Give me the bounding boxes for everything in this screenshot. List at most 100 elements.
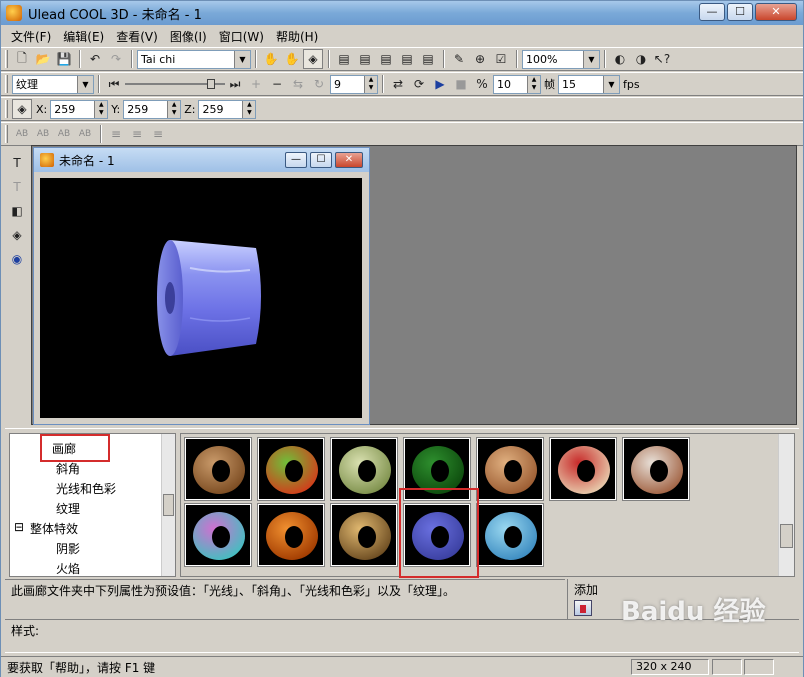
tree-item-bevel[interactable]: 斜角 [56, 460, 80, 477]
remove-key-icon[interactable]: − [267, 74, 287, 94]
attribute-select[interactable]: 纹理 ▼ [12, 74, 94, 94]
edit-text-icon[interactable]: T [7, 177, 27, 197]
gallery-scrollbar[interactable] [778, 434, 794, 576]
doc-minimize-button[interactable]: — [285, 152, 307, 168]
position-mode-icon[interactable]: ◈ [12, 99, 32, 119]
animation-toolbar: 纹理 ▼ ⏮ ⏭ + − ⇆ ↻ 9 ▲ ▼ ⇄ ⟳ ▶ ■ % 10 ▲ ▼ 帧 15 ▼… [1, 72, 803, 96]
gallery-thumb[interactable] [622, 437, 690, 501]
tree-item-shadow[interactable]: 阴影 [56, 540, 80, 557]
menu-view[interactable]: 查看(V) [110, 28, 164, 45]
menu-edit[interactable]: 编辑(E) [57, 28, 110, 45]
close-button[interactable]: ✕ [755, 3, 797, 21]
tree-item-global-fx[interactable]: 整体特效 [30, 520, 78, 537]
lathe-object-icon[interactable]: ◉ [7, 249, 27, 269]
select-geometry-icon[interactable]: ◈ [7, 225, 27, 245]
render-icon[interactable]: ◐ [610, 49, 630, 69]
gallery-thumb[interactable] [257, 503, 325, 567]
undo-icon[interactable]: ↶ [85, 49, 105, 69]
font-select[interactable]: Tai chi ▼ [137, 49, 251, 69]
save-icon[interactable]: 💾 [54, 49, 74, 69]
3d-canvas[interactable] [40, 178, 362, 418]
menu-image[interactable]: 图像(I) [164, 28, 213, 45]
new-file-icon[interactable]: 🗋 [12, 49, 32, 69]
gallery-thumb[interactable] [184, 503, 252, 567]
timeline-slider[interactable] [125, 79, 225, 89]
add-key-icon[interactable]: + [246, 74, 266, 94]
tree-item-texture[interactable]: 纹理 [56, 500, 80, 517]
loop-icon[interactable]: ↻ [309, 74, 329, 94]
frame-label: 帧 [544, 78, 555, 91]
align-center-icon[interactable]: ≡ [127, 124, 147, 144]
zoom-select[interactable]: 100% ▼ [522, 49, 600, 69]
status-help: 要获取「帮助」，请按 F1 键 [7, 660, 156, 675]
document-window[interactable]: 未命名 - 1 — ☐ ✕ [33, 147, 370, 425]
magic-icon[interactable]: ✎ [449, 49, 469, 69]
status-cell-2 [744, 659, 774, 675]
add-to-gallery-icon[interactable] [574, 600, 592, 616]
open-folder-icon[interactable]: 📂 [33, 49, 53, 69]
align-2-icon[interactable]: ▤ [355, 49, 375, 69]
context-help-icon[interactable]: ↖? [652, 49, 672, 69]
fps-label: fps [623, 77, 640, 91]
align-4-icon[interactable]: ▤ [397, 49, 417, 69]
gallery-thumb[interactable] [330, 437, 398, 501]
gallery-thumb[interactable] [330, 503, 398, 567]
first-frame-icon[interactable]: ⏮ [104, 74, 124, 94]
gallery-thumb[interactable] [549, 437, 617, 501]
swap-icon[interactable]: ⇄ [388, 74, 408, 94]
doc-close-button[interactable]: ✕ [335, 152, 363, 168]
align-left-icon[interactable]: ≡ [106, 124, 126, 144]
line-spacing-icon[interactable]: AB [54, 124, 74, 144]
gallery-thumb[interactable] [476, 437, 544, 501]
maximize-button[interactable]: ☐ [727, 3, 753, 21]
select-object-icon[interactable]: ◈ [303, 49, 323, 69]
preview-icon[interactable]: ◑ [631, 49, 651, 69]
char-spacing-icon[interactable]: AB [12, 124, 32, 144]
edit-icon[interactable]: ☑ [491, 49, 511, 69]
insert-text-icon[interactable]: T [7, 153, 27, 173]
gallery-thumb[interactable] [184, 437, 252, 501]
menu-file[interactable]: 文件(F) [5, 28, 57, 45]
doc-maximize-button[interactable]: ☐ [310, 152, 332, 168]
tree-item-fire[interactable]: 火焰 [56, 560, 80, 576]
redo-icon[interactable]: ↷ [106, 49, 126, 69]
repeat-icon[interactable]: ⟳ [409, 74, 429, 94]
tree-item-light-color[interactable]: 光线和色彩 [56, 480, 116, 497]
play-icon[interactable]: ▶ [430, 74, 450, 94]
total-frames[interactable]: 10 ▲ ▼ [493, 74, 541, 94]
rotate-hand-icon[interactable]: ✋ [282, 49, 302, 69]
minimize-button[interactable]: — [699, 3, 725, 21]
align-1-icon[interactable]: ▤ [334, 49, 354, 69]
gallery-highlight [40, 434, 110, 462]
char-spacing-wide-icon[interactable]: AB [33, 124, 53, 144]
align-right-icon[interactable]: ≡ [148, 124, 168, 144]
last-frame-icon[interactable]: ⏭ [225, 74, 245, 94]
frame-number[interactable]: 9 ▲ ▼ [330, 74, 378, 94]
document-title-bar[interactable]: 未命名 - 1 — ☐ ✕ [34, 148, 369, 172]
app-icon [6, 5, 22, 21]
window-title: Ulead COOL 3D - 未命名 - 1 [28, 7, 202, 23]
insert-geometry-icon[interactable]: ◧ [7, 201, 27, 221]
tree-scrollbar[interactable] [161, 434, 175, 576]
gallery-thumb[interactable] [257, 437, 325, 501]
z-field[interactable]: 259 ▲ ▼ [198, 99, 257, 119]
title-bar[interactable]: Ulead COOL 3D - 未命名 - 1 — ☐ ✕ [1, 1, 803, 25]
align-3-icon[interactable]: ▤ [376, 49, 396, 69]
menu-help[interactable]: 帮助(H) [270, 28, 324, 45]
x-field[interactable]: 259 ▲ ▼ [50, 99, 109, 119]
globe-icon[interactable]: ⊕ [470, 49, 490, 69]
gallery-thumb[interactable] [476, 503, 544, 567]
selected-thumb-highlight [399, 488, 479, 578]
gallery-thumbnails[interactable] [180, 433, 795, 578]
fps-select[interactable]: 15 ▼ [558, 74, 620, 94]
menu-window[interactable]: 窗口(W) [213, 28, 270, 45]
percent-icon[interactable]: % [472, 74, 492, 94]
stop-icon[interactable]: ■ [451, 74, 471, 94]
line-spacing-wide-icon[interactable]: AB [75, 124, 95, 144]
align-5-icon[interactable]: ▤ [418, 49, 438, 69]
y-field[interactable]: 259 ▲ ▼ [123, 99, 182, 119]
reverse-icon[interactable]: ⇆ [288, 74, 308, 94]
description-text: 此画廊文件夹中下列属性为预设值：「光线」、「斜角」、「光线和色彩」以及「纹理」。 [5, 579, 565, 619]
hand-move-icon[interactable]: ✋ [261, 49, 281, 69]
tree-expander[interactable]: ⊟ [14, 520, 24, 534]
